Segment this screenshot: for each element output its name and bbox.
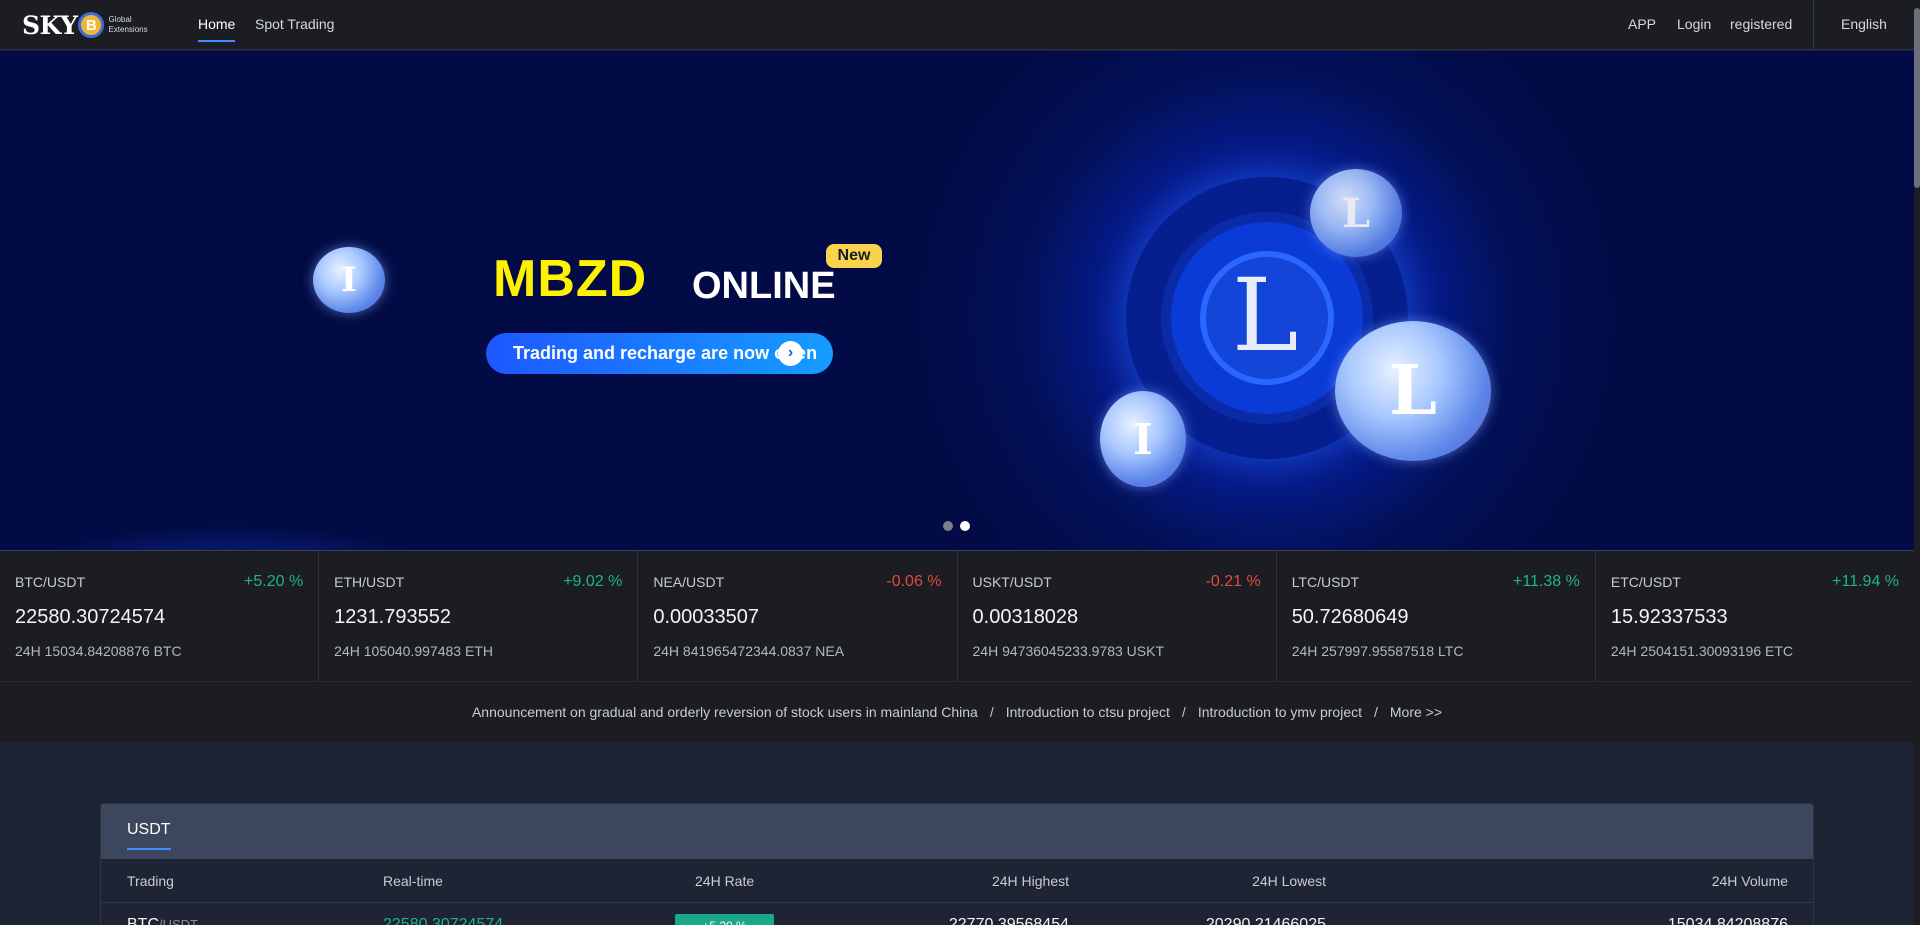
ticker-card[interactable]: NEA/USDT -0.06 % 0.00033507 24H 84196547… bbox=[638, 551, 958, 681]
language-selector[interactable]: English bbox=[1841, 16, 1887, 32]
row-price: 22580.30724574 bbox=[383, 916, 504, 925]
register-link[interactable]: registered bbox=[1730, 16, 1792, 32]
ticker-card[interactable]: USKT/USDT -0.21 % 0.00318028 24H 9473604… bbox=[958, 551, 1277, 681]
ticker-volume: 24H 841965472344.0837 NEA bbox=[653, 643, 845, 659]
ticker-price: 0.00033507 bbox=[653, 606, 760, 628]
logo-subtitle-line1: Global bbox=[108, 15, 132, 24]
banner-cta-label: Trading and recharge are now open bbox=[513, 343, 818, 363]
ticker-change: +9.02 % bbox=[563, 573, 623, 590]
column-realtime: Real-time bbox=[383, 873, 443, 889]
ticker-volume: 24H 257997.95587518 LTC bbox=[1291, 643, 1464, 659]
ticker-pair: USKT/USDT bbox=[972, 574, 1052, 590]
row-low: 20290.21466025 bbox=[1205, 916, 1326, 925]
logo-subtitle-line2: Extensions bbox=[108, 25, 148, 34]
column-highest: 24H Highest bbox=[991, 873, 1069, 889]
carousel-dot-1[interactable] bbox=[943, 521, 953, 531]
announcement-link[interactable]: Introduction to ymv project bbox=[1198, 704, 1362, 720]
ticker-price: 0.00318028 bbox=[972, 606, 1079, 628]
ticker-price: 15.92337533 bbox=[1610, 606, 1728, 628]
bitcoin-coin-icon: B bbox=[78, 12, 105, 38]
carousel-dot-2[interactable] bbox=[960, 521, 970, 531]
banner-headline-online: ONLINE bbox=[692, 265, 836, 307]
announcement-link[interactable]: Announcement on gradual and orderly reve… bbox=[472, 704, 978, 720]
site-logo[interactable]: SKY B Global Extensions bbox=[22, 10, 148, 40]
tab-usdt[interactable]: USDT bbox=[127, 821, 171, 839]
announcement-link[interactable]: Introduction to ctsu project bbox=[1006, 704, 1170, 720]
ticker-price: 1231.793552 bbox=[334, 606, 451, 628]
ticker-change: -0.06 % bbox=[886, 573, 942, 590]
ticker-volume: 24H 94736045233.9783 USKT bbox=[972, 643, 1164, 659]
login-link[interactable]: Login bbox=[1677, 16, 1711, 32]
nav-spot-trading[interactable]: Spot Trading bbox=[255, 16, 334, 32]
ticker-card[interactable]: ETC/USDT +11.94 % 15.92337533 24H 250415… bbox=[1596, 551, 1914, 681]
separator: / bbox=[1374, 704, 1378, 720]
logo-wordmark: SKY bbox=[22, 10, 78, 40]
column-trading: Trading bbox=[127, 873, 174, 889]
row-pair: BTC/USDT bbox=[127, 916, 198, 925]
banner-cta-button[interactable]: Trading and recharge are now open › bbox=[486, 333, 833, 374]
row-base: BTC bbox=[127, 916, 159, 925]
row-quote: /USDT bbox=[159, 917, 198, 925]
ticker-pair: LTC/USDT bbox=[1291, 574, 1360, 590]
ticker-card[interactable]: LTC/USDT +11.38 % 50.72680649 24H 257997… bbox=[1277, 551, 1596, 681]
page-scrollbar[interactable] bbox=[1914, 0, 1920, 925]
separator: / bbox=[989, 704, 994, 720]
more-announcements-link[interactable]: More >> bbox=[1390, 704, 1442, 720]
market-table: USDT Trading Real-time 24H Rate 24H High… bbox=[100, 803, 1814, 925]
ticker-pair: NEA/USDT bbox=[653, 574, 725, 590]
ticker-volume: 24H 15034.84208876 BTC bbox=[15, 643, 182, 659]
ticker-price: 50.72680649 bbox=[1291, 606, 1409, 628]
row-rate-badge: +5.20 % bbox=[675, 914, 774, 925]
floating-coin-top-icon: L bbox=[1310, 169, 1402, 257]
ticker-price: 22580.30724574 bbox=[15, 606, 166, 628]
nav-app[interactable]: APP bbox=[1628, 16, 1656, 32]
scrollbar-thumb[interactable] bbox=[1914, 8, 1920, 188]
ticker-pair: ETH/USDT bbox=[334, 574, 405, 590]
nav-active-indicator bbox=[198, 40, 235, 42]
top-nav-bar: SKY B Global Extensions Home Spot Tradin… bbox=[0, 0, 1920, 50]
ticker-card[interactable]: BTC/USDT +5.20 % 22580.30724574 24H 1503… bbox=[0, 551, 320, 681]
ticker-change: +11.94 % bbox=[1832, 573, 1900, 590]
ticker-change: -0.21 % bbox=[1205, 573, 1261, 590]
hero-banner[interactable]: I MBZD ONLINE New Trading and recharge a… bbox=[0, 51, 1914, 550]
ticker-pair: BTC/USDT bbox=[15, 574, 85, 590]
banner-headline: MBZD bbox=[493, 250, 648, 308]
ticker-volume: 24H 105040.997483 ETH bbox=[334, 643, 493, 659]
ticker-change: +11.38 % bbox=[1512, 573, 1580, 590]
table-header: Trading Real-time 24H Rate 24H Highest 2… bbox=[101, 859, 1813, 903]
row-volume: 15034.84208876 bbox=[1667, 916, 1788, 925]
column-volume: 24H Volume bbox=[1711, 873, 1788, 889]
large-coin-letter-icon: L bbox=[1232, 257, 1299, 374]
column-lowest: 24H Lowest bbox=[1252, 873, 1326, 889]
ticker-card[interactable]: ETH/USDT +9.02 % 1231.793552 24H 105040.… bbox=[319, 551, 639, 681]
nav-divider bbox=[1813, 0, 1814, 50]
logo-subtitle: Global Extensions bbox=[108, 15, 147, 35]
ticker-volume: 24H 2504151.30093196 ETC bbox=[1610, 643, 1794, 659]
separator: / bbox=[1181, 704, 1186, 720]
row-high: 22770.39568454 bbox=[948, 916, 1069, 925]
announcement-bar: Announcement on gradual and orderly reve… bbox=[0, 681, 1914, 742]
ticker-change: +5.20 % bbox=[244, 573, 304, 590]
nav-home[interactable]: Home bbox=[198, 16, 235, 32]
ticker-strip: BTC/USDT +5.20 % 22580.30724574 24H 1503… bbox=[0, 550, 1914, 681]
chevron-right-icon: › bbox=[778, 341, 803, 366]
table-row[interactable]: BTC/USDT 22580.30724574 +5.20 % 22770.39… bbox=[101, 904, 1813, 925]
ticker-pair: ETC/USDT bbox=[1610, 574, 1681, 590]
tab-active-indicator bbox=[127, 848, 171, 850]
new-badge: New bbox=[826, 244, 882, 268]
market-tabs: USDT bbox=[101, 804, 1813, 859]
floating-coin-bottom-icon: I bbox=[1100, 391, 1186, 487]
floating-coin-right-icon: L bbox=[1335, 321, 1491, 461]
column-rate: 24H Rate bbox=[695, 873, 755, 889]
small-coin-left-icon: I bbox=[313, 247, 385, 313]
